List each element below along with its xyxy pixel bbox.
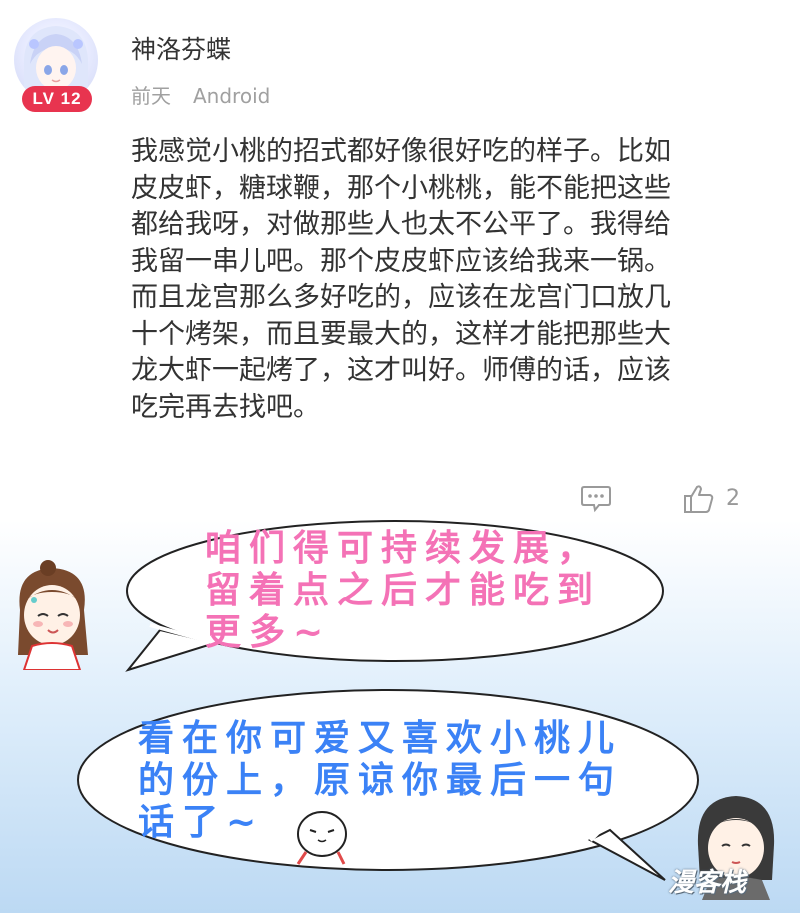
site-watermark-logo: 漫客栈 xyxy=(668,868,747,898)
comment-device: Android xyxy=(193,84,271,108)
like-count: 2 xyxy=(726,486,740,511)
reply-icon[interactable] xyxy=(580,482,612,518)
bubble-text-pink: 咱们得可持续发展， 留着点之后才能吃到 更多~ xyxy=(205,528,602,653)
comment-meta: 前天 Android xyxy=(131,80,270,109)
bun-mascot-illustration xyxy=(296,811,347,865)
level-badge: LV 12 xyxy=(22,86,92,112)
comment-content: 我感觉小桃的招式都好像很好吃的样子。比如 皮皮虾，糖球鞭，那个小桃桃，能不能把这… xyxy=(131,136,671,423)
bubble-text-blue: 看在你可爱又喜欢小桃儿 的份上，原谅你最后一句 话了~ xyxy=(138,718,623,843)
username[interactable]: 神洛芬蝶 xyxy=(131,30,231,66)
comment-time: 前天 xyxy=(131,84,171,108)
girl-character-illustration xyxy=(18,560,88,670)
comment-card: LV 12 神洛芬蝶 前天 Android 我感觉小桃的招式都好像很好吃的样子。比… xyxy=(0,0,800,520)
